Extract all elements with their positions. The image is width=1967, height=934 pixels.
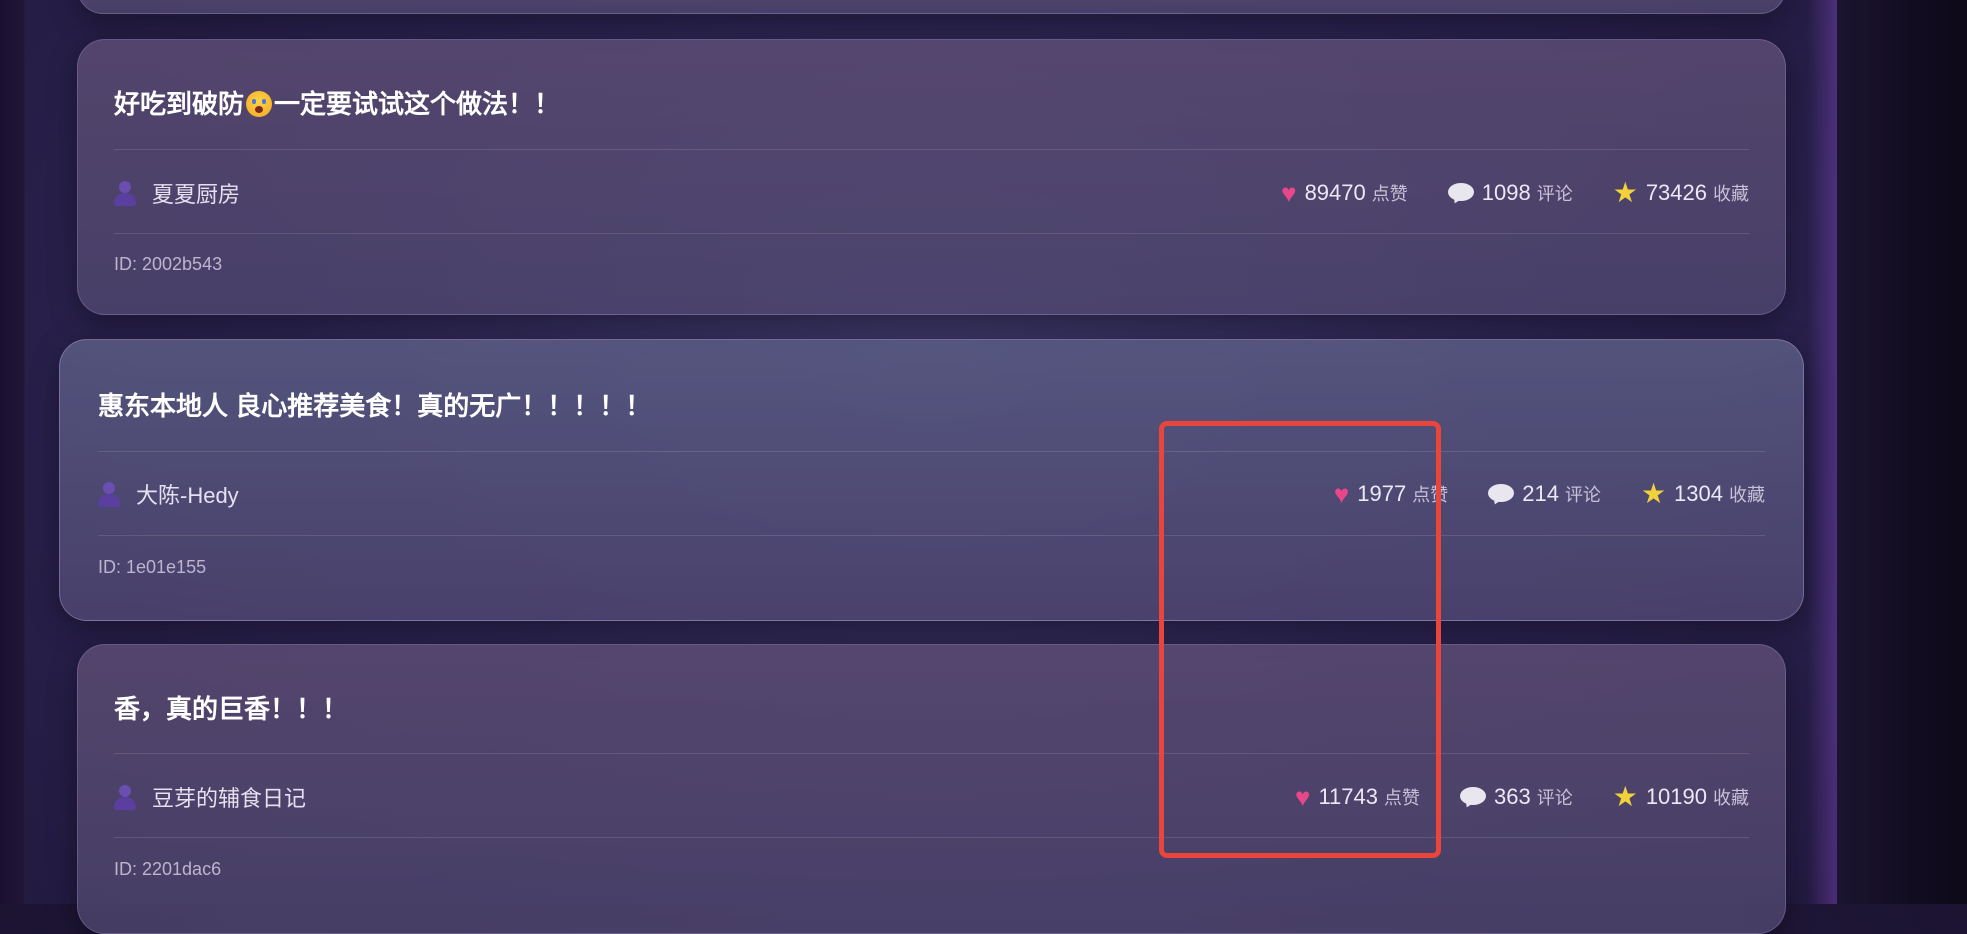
likes-label: 点赞	[1371, 184, 1408, 204]
post-title-part: 一定要试试这个做法！！	[274, 89, 561, 119]
likes-count: 89470	[1304, 180, 1366, 205]
author[interactable]: 夏夏厨房	[114, 177, 240, 209]
star-icon: ★	[1640, 478, 1667, 509]
post-title: 惠东本地人 良心推荐美食！真的无广！！！！！	[98, 391, 652, 421]
favorites-stat[interactable]: ★ 10190 收藏	[1613, 783, 1749, 811]
likes-stat[interactable]: ♥ 89470 点赞	[1281, 180, 1408, 206]
favorites-count: 73426	[1645, 180, 1707, 205]
post-title: 香，真的巨香！！！	[114, 694, 349, 724]
author-name: 夏夏厨房	[152, 182, 241, 207]
crying-face-emoji-icon	[246, 91, 273, 117]
comments-count: 1098	[1481, 180, 1531, 205]
comments-count: 363	[1493, 784, 1531, 809]
divider	[114, 149, 1749, 150]
author-name: 豆芽的辅食日记	[152, 786, 307, 811]
person-icon	[114, 180, 136, 206]
comments-count: 214	[1522, 481, 1559, 506]
favorites-stat[interactable]: ★ 1304 收藏	[1641, 480, 1765, 508]
left-edge	[0, 0, 25, 904]
divider	[98, 535, 1765, 536]
comments-stat[interactable]: 1098 评论	[1447, 180, 1573, 206]
author-name: 大陈-Hedy	[136, 483, 239, 508]
comments-label: 评论	[1564, 485, 1601, 505]
post-id: ID: 2002b543	[114, 254, 223, 274]
post-title-part: 好吃到破防	[114, 89, 245, 119]
previous-post-card[interactable]	[77, 0, 1786, 14]
post-meta-row: 大陈-Hedy ♥ 1977 点赞 214 评论 ★ 1304 收藏	[98, 478, 1765, 510]
comment-bubble-icon	[1488, 484, 1515, 504]
post-card[interactable]: 香，真的巨香！！！ 豆芽的辅食日记 ♥ 11743 点赞 363 评论 ★ 10…	[77, 644, 1786, 934]
favorites-label: 收藏	[1713, 788, 1749, 808]
highlight-annotation-box	[1159, 421, 1441, 858]
favorites-count: 1304	[1674, 481, 1723, 506]
person-icon	[114, 784, 136, 810]
post-card[interactable]: 好吃到破防 一定要试试这个做法！！ 夏夏厨房 ♥ 89470 点赞 1098 评论…	[77, 39, 1786, 315]
comment-bubble-icon	[1459, 787, 1486, 807]
post-title: 好吃到破防 一定要试试这个做法！！	[114, 84, 560, 121]
comments-label: 评论	[1536, 788, 1573, 808]
favorites-label: 收藏	[1713, 184, 1749, 204]
comments-stat[interactable]: 214 评论	[1488, 481, 1601, 507]
divider	[114, 753, 1749, 754]
comments-stat[interactable]: 363 评论	[1459, 784, 1573, 810]
favorites-label: 收藏	[1729, 485, 1765, 505]
comments-label: 评论	[1536, 184, 1573, 204]
post-card[interactable]: 惠东本地人 良心推荐美食！真的无广！！！！！ 大陈-Hedy ♥ 1977 点赞…	[59, 339, 1804, 621]
post-meta-row: 豆芽的辅食日记 ♥ 11743 点赞 363 评论 ★ 10190 收藏	[114, 781, 1749, 813]
divider	[114, 837, 1749, 838]
divider	[98, 451, 1765, 452]
star-icon: ★	[1612, 177, 1638, 208]
favorites-count: 10190	[1645, 784, 1707, 809]
author[interactable]: 豆芽的辅食日记	[114, 781, 306, 813]
author[interactable]: 大陈-Hedy	[98, 478, 239, 510]
comment-bubble-icon	[1447, 183, 1474, 203]
post-id: ID: 1e01e155	[98, 557, 207, 577]
post-meta-row: 夏夏厨房 ♥ 89470 点赞 1098 评论 ★ 73426 收藏	[114, 177, 1749, 209]
divider	[114, 233, 1749, 234]
post-stats: ♥ 89470 点赞 1098 评论 ★ 73426 收藏	[1281, 179, 1749, 207]
person-icon	[98, 481, 120, 507]
heart-icon: ♥	[1281, 178, 1297, 208]
right-panel	[1837, 0, 1967, 904]
star-icon: ★	[1612, 781, 1638, 812]
favorites-stat[interactable]: ★ 73426 收藏	[1613, 179, 1749, 207]
post-id: ID: 2201dac6	[114, 859, 222, 879]
